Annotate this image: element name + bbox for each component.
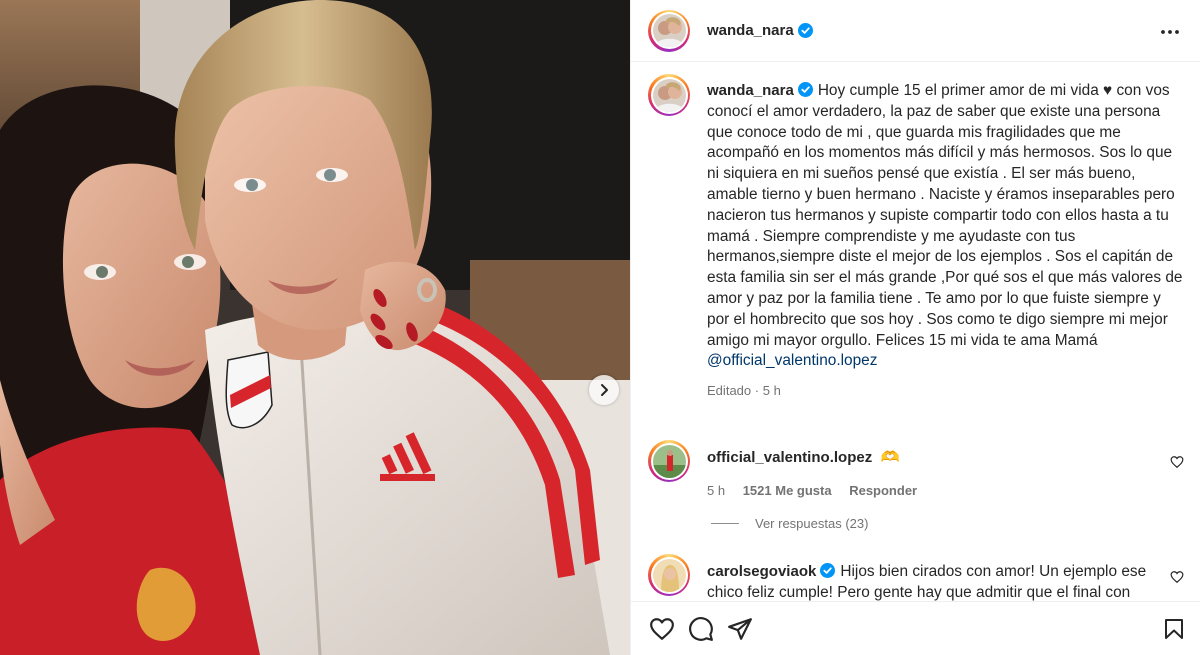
comment-meta: 5 h 1521 Me gusta Responder xyxy=(707,483,917,498)
post-header: wanda_nara xyxy=(631,0,1200,62)
caption-text: Hoy cumple 15 el primer amor de mi vida … xyxy=(707,82,1183,349)
comment-item: official_valentino.lopez 🫶 5 h 1521 Me g… xyxy=(648,440,1184,500)
save-button[interactable] xyxy=(1162,616,1186,642)
verified-badge-icon xyxy=(820,563,836,578)
comment-button[interactable] xyxy=(688,616,714,642)
verified-badge-icon xyxy=(797,23,813,38)
commenter-avatar[interactable] xyxy=(648,554,690,596)
comments-scroll-area[interactable]: wanda_nara Hoy cumple 15 el primer amor d… xyxy=(631,63,1200,601)
reply-button[interactable]: Responder xyxy=(849,483,917,498)
comment-item: carolsegoviaok Hijos bien cirados con amo… xyxy=(648,554,1184,601)
caption-text-block: wanda_nara Hoy cumple 15 el primer amor d… xyxy=(707,81,1184,402)
post-caption: wanda_nara Hoy cumple 15 el primer amor d… xyxy=(648,74,1184,434)
caption-time[interactable]: 5 h xyxy=(763,383,781,398)
chevron-right-icon xyxy=(601,384,608,396)
comment-body: official_valentino.lopez 🫶 xyxy=(707,448,1184,469)
author-username[interactable]: wanda_nara xyxy=(707,22,794,39)
share-button[interactable] xyxy=(727,616,753,642)
commenter-avatar[interactable] xyxy=(648,440,690,482)
comment-like-icon[interactable] xyxy=(1170,570,1184,584)
edited-label: Editado xyxy=(707,383,752,399)
comment-icon xyxy=(689,616,713,641)
comment-time[interactable]: 5 h xyxy=(707,483,725,498)
commenter-username[interactable]: carolsegoviaok xyxy=(707,563,816,580)
commenter-username[interactable]: official_valentino.lopez xyxy=(707,449,872,466)
caption-avatar[interactable] xyxy=(648,74,690,116)
post-image xyxy=(0,0,630,655)
like-button[interactable] xyxy=(649,616,675,642)
replies-divider-line xyxy=(711,523,739,524)
caption-meta: Editado · 5 h xyxy=(707,383,781,399)
more-options-button[interactable] xyxy=(1156,18,1184,44)
next-photo-button[interactable] xyxy=(589,375,619,405)
bookmark-icon xyxy=(1165,618,1183,639)
comment-likes[interactable]: 1521 Me gusta xyxy=(743,483,832,498)
share-icon xyxy=(728,617,752,640)
post-photo[interactable] xyxy=(0,0,630,655)
verified-badge-icon xyxy=(797,82,813,97)
more-options-icon xyxy=(1161,29,1179,34)
author-avatar[interactable] xyxy=(648,9,690,52)
view-replies-button[interactable]: Ver respuestas (23) xyxy=(711,516,868,531)
comment-body: carolsegoviaok Hijos bien cirados con amo… xyxy=(707,562,1184,601)
post-details-panel: wanda_nara wanda_nara Hoy cumple 15 el pr… xyxy=(630,0,1200,655)
comment-like-icon[interactable] xyxy=(1170,455,1184,469)
caption-mention-link[interactable]: @official_valentino.lopez xyxy=(707,352,877,369)
post-action-bar xyxy=(631,601,1200,655)
comment-text: 🫶 xyxy=(880,449,900,466)
caption-username[interactable]: wanda_nara xyxy=(707,82,794,99)
heart-icon xyxy=(650,617,674,640)
view-replies-label: Ver respuestas (23) xyxy=(755,516,869,531)
